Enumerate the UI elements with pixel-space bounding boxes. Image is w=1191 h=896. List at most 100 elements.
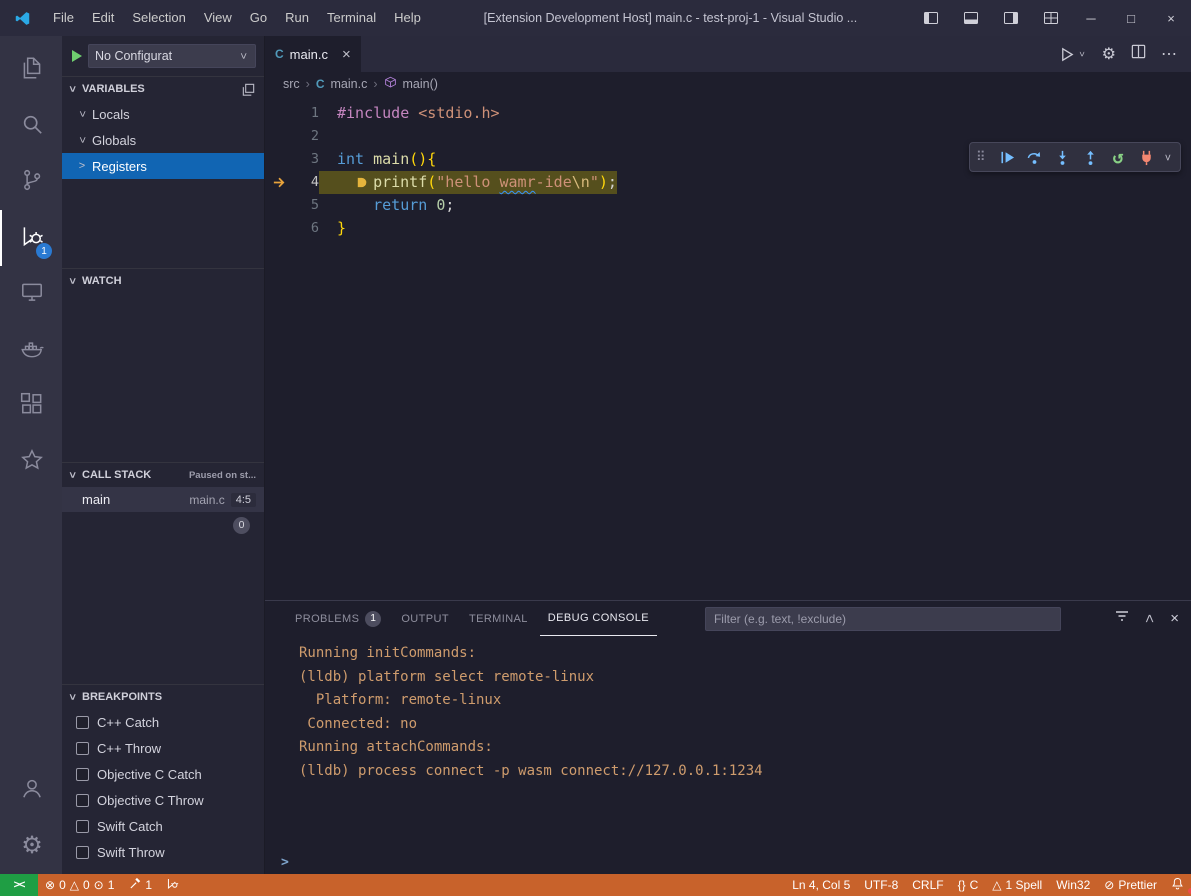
breakpoint-swift-throw[interactable]: Swift Throw: [62, 839, 264, 865]
cursor-position[interactable]: Ln 4, Col 5: [785, 878, 857, 892]
tab-main-c[interactable]: C main.c ×: [265, 36, 361, 72]
problems-status[interactable]: ⊗ 0 △ 0 ⊙ 1: [38, 878, 121, 892]
activitybar-item-run-debug[interactable]: 1: [0, 210, 62, 266]
tab-output[interactable]: OUTPUT: [393, 601, 457, 636]
activitybar-item-docker[interactable]: [0, 322, 62, 378]
variables-scope-locals[interactable]: > Locals: [62, 101, 264, 127]
breakpoint-swift-catch[interactable]: Swift Catch: [62, 813, 264, 839]
code-text[interactable]: #include <stdio.h>: [319, 102, 500, 125]
code-text[interactable]: printf("hello wamr-ide\n");: [319, 171, 617, 194]
activitybar-item-search[interactable]: [0, 98, 62, 154]
code-line-current[interactable]: 4 printf("hello wamr-ide\n");: [265, 171, 1191, 194]
disconnect-button[interactable]: [1134, 146, 1158, 168]
menu-terminal[interactable]: Terminal: [318, 0, 385, 36]
activitybar-item-favorites[interactable]: [0, 434, 62, 490]
debug-status[interactable]: [159, 877, 186, 893]
run-file-icon[interactable]: >: [1059, 46, 1088, 63]
activitybar-item-settings[interactable]: ⚙: [0, 818, 62, 874]
variables-scope-globals[interactable]: > Globals: [62, 127, 264, 153]
maximize-button[interactable]: □: [1111, 0, 1151, 36]
breadcrumb-symbol[interactable]: main(): [403, 77, 438, 91]
language-mode[interactable]: {} C: [951, 878, 986, 892]
step-into-button[interactable]: [1050, 146, 1074, 168]
breakpoint-cpp-throw[interactable]: C++ Throw: [62, 735, 264, 761]
drag-grip-icon[interactable]: ⠿: [976, 150, 990, 165]
minimize-button[interactable]: ─: [1071, 0, 1111, 36]
eol-indicator[interactable]: CRLF: [905, 878, 950, 892]
code-editor[interactable]: ⠿ ↺ >: [265, 96, 1191, 600]
remote-indicator[interactable]: ><: [0, 874, 38, 896]
debug-console-input[interactable]: >: [265, 850, 1191, 874]
call-stack-header[interactable]: > CALL STACK Paused on st...: [62, 463, 264, 487]
code-text[interactable]: int main(){: [319, 148, 436, 171]
code-line[interactable]: 5 return 0;: [265, 194, 1191, 217]
spell-checker-status[interactable]: △ 1 Spell: [985, 878, 1049, 892]
encoding-indicator[interactable]: UTF-8: [857, 878, 905, 892]
chevron-down-icon[interactable]: >: [1162, 151, 1175, 163]
activitybar-item-remote-explorer[interactable]: [0, 266, 62, 322]
console-filter-input[interactable]: [705, 607, 1061, 631]
menu-file[interactable]: File: [44, 0, 83, 36]
breakpoint-objc-catch[interactable]: Objective C Catch: [62, 761, 264, 787]
menu-edit[interactable]: Edit: [83, 0, 123, 36]
code-text[interactable]: return 0;: [319, 194, 454, 217]
breadcrumb-src[interactable]: src: [283, 77, 300, 91]
tab-problems[interactable]: PROBLEMS 1: [287, 601, 389, 636]
gutter-glyph[interactable]: [265, 102, 293, 125]
step-out-button[interactable]: [1078, 146, 1102, 168]
notifications-bell[interactable]: [1164, 877, 1191, 893]
code-text[interactable]: [319, 125, 337, 148]
formatter-status[interactable]: ⊘ Prettier: [1097, 878, 1164, 892]
activitybar-item-extensions[interactable]: [0, 378, 62, 434]
toggle-sidebar-icon[interactable]: [911, 0, 951, 36]
restart-button[interactable]: ↺: [1106, 146, 1130, 168]
toggle-panel-icon[interactable]: [951, 0, 991, 36]
breadcrumb-file[interactable]: main.c: [331, 77, 368, 91]
menu-selection[interactable]: Selection: [123, 0, 194, 36]
code-line[interactable]: 6 }: [265, 217, 1191, 240]
variables-header[interactable]: > VARIABLES: [62, 77, 264, 101]
code-text[interactable]: }: [319, 217, 346, 240]
code-line[interactable]: 1 #include <stdio.h>: [265, 102, 1191, 125]
checkbox-unchecked[interactable]: [76, 716, 89, 729]
inline-breakpoint-icon[interactable]: [355, 176, 373, 189]
continue-button[interactable]: [994, 146, 1018, 168]
checkbox-unchecked[interactable]: [76, 846, 89, 859]
gutter-glyph[interactable]: [265, 194, 293, 217]
checkbox-unchecked[interactable]: [76, 820, 89, 833]
collapse-panel-icon[interactable]: >: [1142, 613, 1159, 625]
activitybar-item-explorer[interactable]: [0, 42, 62, 98]
tab-close-icon[interactable]: ×: [342, 46, 351, 63]
step-over-button[interactable]: [1022, 146, 1046, 168]
activitybar-item-account[interactable]: [0, 762, 62, 818]
collapse-all-icon[interactable]: [241, 82, 256, 97]
breakpoint-objc-throw[interactable]: Objective C Throw: [62, 787, 264, 813]
menu-help[interactable]: Help: [385, 0, 430, 36]
customize-layout-icon[interactable]: [1031, 0, 1071, 36]
breakpoint-cpp-catch[interactable]: C++ Catch: [62, 709, 264, 735]
checkbox-unchecked[interactable]: [76, 742, 89, 755]
platform-indicator[interactable]: Win32: [1049, 878, 1097, 892]
variables-scope-registers[interactable]: > Registers: [62, 153, 264, 179]
watch-header[interactable]: > WATCH: [62, 269, 264, 293]
close-panel-icon[interactable]: ×: [1170, 610, 1179, 627]
gutter-glyph[interactable]: [265, 125, 293, 148]
gutter-glyph[interactable]: [265, 148, 293, 171]
menu-go[interactable]: Go: [241, 0, 276, 36]
close-button[interactable]: ×: [1151, 0, 1191, 36]
gutter-glyph[interactable]: [265, 217, 293, 240]
split-editor-icon[interactable]: [1130, 43, 1147, 65]
more-actions-icon[interactable]: ⋯: [1161, 44, 1177, 64]
checkbox-unchecked[interactable]: [76, 794, 89, 807]
stack-frame-row[interactable]: main main.c 4:5: [62, 487, 264, 512]
debug-config-dropdown[interactable]: No Configurat >: [88, 44, 256, 68]
checkbox-unchecked[interactable]: [76, 768, 89, 781]
gear-icon[interactable]: ⚙: [1102, 44, 1116, 64]
tab-terminal[interactable]: TERMINAL: [461, 601, 536, 636]
activitybar-item-source-control[interactable]: [0, 154, 62, 210]
start-debugging-icon[interactable]: [72, 50, 82, 62]
toggle-secondary-sidebar-icon[interactable]: [991, 0, 1031, 36]
debug-current-line-arrow-icon[interactable]: [265, 171, 293, 194]
menu-view[interactable]: View: [195, 0, 241, 36]
toolchain-status[interactable]: 1: [121, 877, 159, 893]
